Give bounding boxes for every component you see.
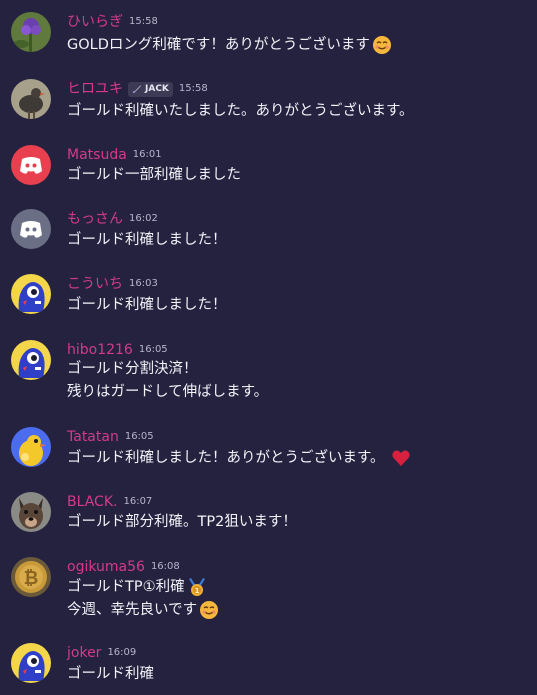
message-text: ゴールド部分利確。TP2狙います！ <box>67 514 297 530</box>
sword-icon <box>133 85 141 93</box>
message-text: GOLDロング利確です！ありがとうございます <box>67 34 392 56</box>
message-text: 残りはガードして伸ばします。 <box>67 384 269 400</box>
smiling-face-icon <box>199 600 219 620</box>
message-text: ゴールド分割決済！ <box>67 361 198 377</box>
message-text: ゴールド一部利確しました <box>67 167 241 183</box>
message-text: 今週、幸先良いです <box>67 599 219 621</box>
author-name[interactable]: Matsuda <box>67 145 127 165</box>
author-name[interactable]: もっさん <box>67 209 123 229</box>
blue-character-avatar[interactable] <box>11 643 51 683</box>
timestamp: 16:03 <box>129 278 158 289</box>
author-name[interactable]: hibo1216 <box>67 340 133 360</box>
message-text: ゴールドTP①利確 1 <box>67 576 207 598</box>
yellow-character-avatar[interactable] <box>11 427 51 467</box>
timestamp: 16:05 <box>124 431 154 442</box>
author-name[interactable]: BLACK. <box>67 492 117 512</box>
flower-photo-avatar[interactable] <box>11 12 51 52</box>
bitcoin-coin-avatar[interactable]: ₿ <box>11 557 51 597</box>
timestamp: 15:58 <box>178 83 208 94</box>
message-text: ゴールド利確しました！ <box>67 232 227 248</box>
timestamp: 16:02 <box>129 213 158 224</box>
role-tag[interactable]: JACK <box>128 81 173 97</box>
blue-character-avatar[interactable] <box>11 340 51 380</box>
timestamp: 16:07 <box>123 496 153 507</box>
discord-default-avatar-gray[interactable] <box>11 209 51 249</box>
author-name[interactable]: ヒロユキ <box>67 79 123 99</box>
blue-character-avatar[interactable] <box>11 274 51 314</box>
message-text: ゴールド利確しました！ありがとうございます。 <box>67 447 411 469</box>
chat-feed: ひいらぎ 15:58 GOLDロング利確です！ありがとうございます ヒロユキ JA… <box>0 0 537 695</box>
svg-text:1: 1 <box>194 587 199 595</box>
author-name[interactable]: ひいらぎ <box>67 12 123 32</box>
red-heart-icon <box>391 448 411 468</box>
timestamp: 16:08 <box>150 561 180 572</box>
message-text: ゴールド利確しました！ <box>67 297 227 313</box>
timestamp: 16:05 <box>138 344 168 355</box>
author-name[interactable]: こういち <box>67 274 123 294</box>
discord-default-avatar-red[interactable] <box>11 145 51 185</box>
timestamp: 15:58 <box>129 16 158 27</box>
author-name[interactable]: joker <box>67 643 101 663</box>
author-name[interactable]: Tatatan <box>67 427 119 447</box>
timestamp: 16:09 <box>107 647 137 658</box>
medal-icon: 1 <box>187 577 207 597</box>
timestamp: 16:01 <box>132 149 162 160</box>
message-text: ゴールド利確いたしました。ありがとうございます。 <box>67 103 414 119</box>
dog-photo-avatar[interactable] <box>11 492 51 532</box>
svg-text:₿: ₿ <box>24 568 39 589</box>
smiling-face-icon <box>372 35 392 55</box>
bird-photo-avatar[interactable] <box>11 79 51 119</box>
message-text: ゴールド利確 <box>67 666 154 682</box>
author-name[interactable]: ogikuma56 <box>67 557 145 577</box>
